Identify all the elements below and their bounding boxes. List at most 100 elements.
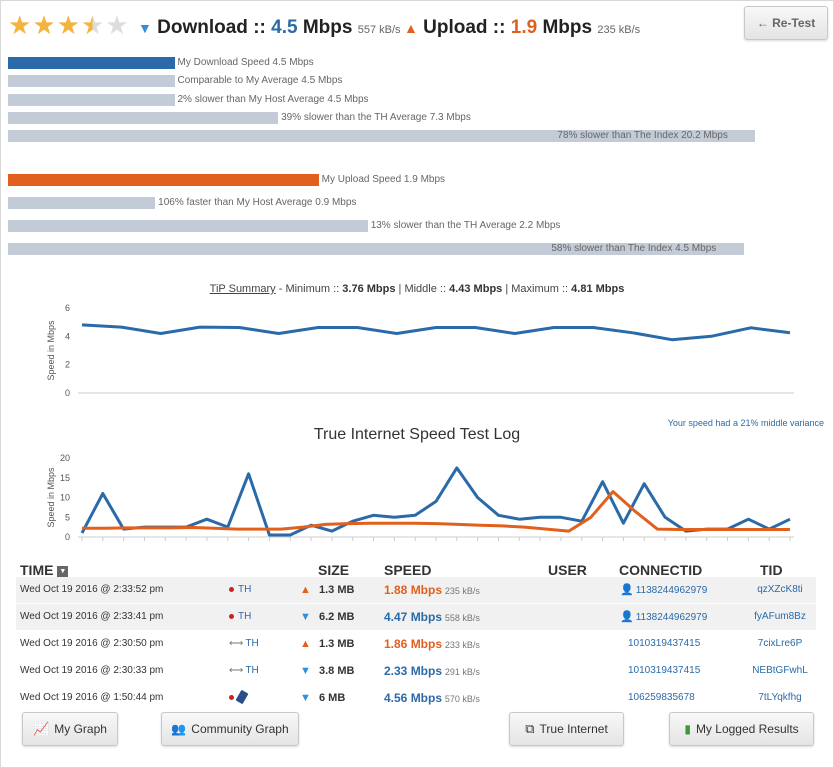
community-icon: 👥: [171, 722, 187, 736]
row-direction: ▼: [300, 604, 311, 631]
connectid-link[interactable]: 1138244962979: [636, 585, 708, 596]
row-size: 6 MB: [319, 692, 346, 704]
star-full-icon: ★: [8, 10, 32, 40]
tip-summary-link[interactable]: TiP Summary: [210, 283, 276, 295]
row-host[interactable]: ⟷ TH: [229, 631, 259, 657]
tid-link[interactable]: fyAFum8Bz: [754, 611, 806, 622]
y-axis-label: Speed in Mbps: [46, 467, 56, 528]
y-tick-label: 0: [65, 532, 70, 542]
row-host[interactable]: TH: [229, 577, 251, 603]
connectid-link[interactable]: 1138244962979: [636, 612, 708, 623]
y-tick-label: 5: [65, 512, 70, 522]
host-link[interactable]: TH: [245, 665, 258, 676]
time-header-label: TIME: [20, 562, 54, 578]
row-direction: ▼: [300, 658, 311, 685]
row-connectid[interactable]: 👤 1138244962979: [620, 604, 707, 631]
row-connectid[interactable]: 👤 1138244962979: [620, 577, 707, 604]
retest-button[interactable]: ← Re-Test: [744, 6, 828, 40]
upload-arrow-icon: ▲: [300, 638, 311, 650]
speed-value: 1.88 Mbps: [384, 583, 443, 597]
true-internet-label: True Internet: [539, 722, 608, 736]
summary-mid-label: | Middle ::: [395, 283, 450, 295]
tid-link[interactable]: 7cixLre6P: [758, 638, 802, 649]
row-tid[interactable]: 7tLYqkfhg: [748, 685, 812, 711]
row-host[interactable]: ⟷ TH: [229, 658, 259, 684]
my-graph-label: My Graph: [54, 722, 107, 736]
table-row[interactable]: Wed Oct 19 2016 @ 2:30:50 pm ⟷ TH ▲ 1.3 M…: [16, 631, 816, 657]
row-tid[interactable]: NEBtGFwhL: [748, 658, 812, 684]
star-rating: ★ ★ ★ ★ ★: [8, 12, 129, 38]
speed-kbs: 233 kB/s: [444, 640, 480, 650]
upload-bar-0: [8, 174, 319, 186]
download-series-line: [81, 323, 791, 342]
row-tid[interactable]: fyAFum8Bz: [748, 604, 812, 630]
connectid-link[interactable]: 1010319437415: [628, 665, 700, 676]
time-header[interactable]: TIME ▼: [20, 562, 69, 578]
host-dot-icon: [229, 613, 234, 619]
host-dot-icon: [229, 694, 234, 700]
download-unit: Mbps: [302, 17, 353, 38]
row-time: Wed Oct 19 2016 @ 1:50:44 pm: [20, 692, 164, 703]
speed-value: 2.33 Mbps: [384, 664, 443, 678]
community-graph-button[interactable]: 👥 Community Graph: [161, 712, 299, 746]
y-tick-label: 10: [60, 493, 70, 503]
user-icon: 👤: [620, 584, 634, 596]
row-size: 1.3 MB: [319, 584, 355, 596]
speed-value: 4.56 Mbps: [384, 691, 443, 705]
graph-icon: 📈: [33, 721, 50, 736]
row-tid[interactable]: qzXZcK8ti: [748, 577, 812, 603]
sort-dropdown-icon[interactable]: ▼: [57, 565, 69, 577]
true-internet-button[interactable]: ⧉ True Internet: [509, 712, 624, 746]
row-connectid[interactable]: 1010319437415: [628, 658, 700, 684]
row-time: Wed Oct 19 2016 @ 2:33:52 pm: [20, 584, 164, 595]
download-bar-label-3: 39% slower than the TH Average 7.3 Mbps: [281, 111, 471, 123]
table-row[interactable]: Wed Oct 19 2016 @ 2:33:41 pm TH ▼ 6.2 MB…: [16, 604, 816, 630]
tid-link[interactable]: 7tLYqkfhg: [758, 692, 801, 703]
host-link[interactable]: TH: [238, 584, 251, 595]
download-arrow-icon: ▼: [300, 611, 311, 623]
tid-link[interactable]: NEBtGFwhL: [752, 665, 808, 676]
download-bar-3: [8, 111, 279, 124]
row-speed: 2.33 Mbps 291 kB/s: [384, 658, 480, 686]
row-host[interactable]: TH: [229, 604, 251, 630]
host-link[interactable]: TH: [245, 638, 258, 649]
row-tid[interactable]: 7cixLre6P: [748, 631, 812, 657]
speed-log-chart: Speed in Mbps 20 15 10 5 0: [46, 453, 794, 542]
external-link-icon: ⧉: [525, 721, 535, 736]
download-arrow-icon: ▼: [300, 692, 311, 704]
my-graph-button[interactable]: 📈 My Graph: [22, 712, 118, 746]
speed-header: SPEED: [384, 562, 432, 578]
host-link[interactable]: TH: [238, 611, 251, 622]
table-row[interactable]: Wed Oct 19 2016 @ 2:33:52 pm TH ▲ 1.3 MB…: [16, 577, 816, 603]
upload-summary: ▲ Upload :: 1.9 Mbps 235 kB/s: [404, 17, 640, 39]
upload-bar-label-1: 106% faster than My Host Average 0.9 Mbp…: [158, 197, 357, 208]
tip-speed-chart: Speed in Mbps 6 4 2 0: [46, 303, 794, 398]
table-row[interactable]: Wed Oct 19 2016 @ 2:30:33 pm ⟷ TH ▼ 3.8 M…: [16, 658, 816, 684]
upload-arrow-icon: ▲: [404, 20, 418, 36]
connectid-link[interactable]: 106259835678: [628, 692, 695, 703]
size-header: SIZE: [318, 562, 350, 578]
row-connectid[interactable]: 1010319437415: [628, 631, 700, 657]
upload-bar-label-2: 13% slower than the TH Average 2.2 Mbps: [370, 220, 561, 231]
star-full-icon: ★: [56, 10, 80, 40]
row-connectid[interactable]: 106259835678: [628, 685, 695, 711]
table-row[interactable]: Wed Oct 19 2016 @ 1:50:44 pm ▼ 6 MB 4.56…: [16, 685, 816, 711]
y-tick-label: 15: [60, 473, 70, 483]
row-time: Wed Oct 19 2016 @ 2:30:33 pm: [20, 665, 164, 676]
row-size: 6.2 MB: [319, 611, 355, 623]
download-bar-label-0: My Download Speed 4.5 Mbps: [177, 57, 314, 68]
speed-kbs: 291 kB/s: [444, 667, 480, 677]
tid-link[interactable]: qzXZcK8ti: [757, 584, 803, 595]
y-tick-label: 6: [65, 303, 70, 313]
y-tick-label: 0: [65, 388, 70, 398]
summary-max: 4.81 Mbps: [571, 283, 625, 295]
my-logged-results-button[interactable]: ▮ My Logged Results: [669, 712, 814, 746]
row-direction: ▲: [300, 631, 311, 658]
connectid-link[interactable]: 1010319437415: [628, 638, 700, 649]
row-host[interactable]: [229, 685, 249, 711]
speed-kbs: 235 kB/s: [444, 586, 480, 596]
summary-max-label: | Maximum ::: [502, 283, 572, 295]
network-icon: ⟷: [229, 665, 244, 676]
y-tick-label: 2: [65, 360, 70, 370]
download-arrow-icon: ▼: [300, 665, 311, 677]
